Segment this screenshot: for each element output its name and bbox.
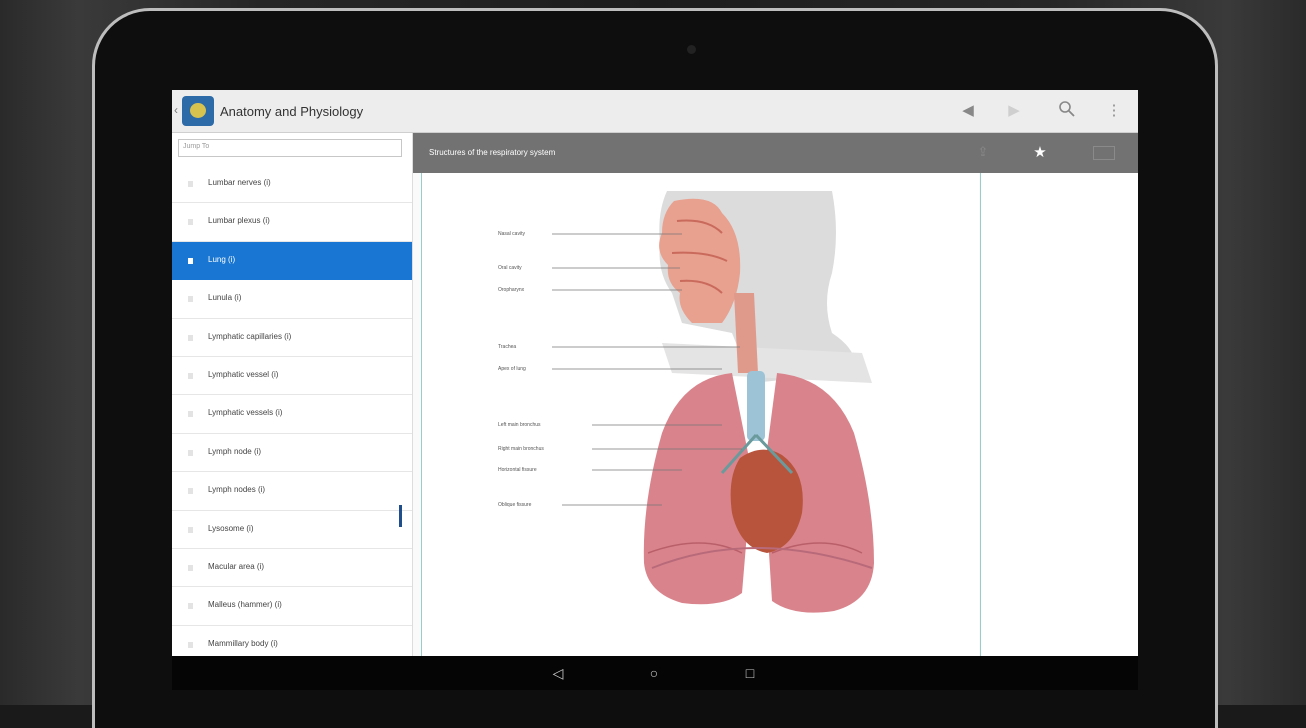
list-item[interactable]: Mammillary body (i) bbox=[172, 626, 412, 656]
item-marker-icon bbox=[188, 603, 193, 610]
figure-label: Trachea bbox=[498, 344, 517, 350]
list-item-label: Lymphatic vessels (i) bbox=[208, 408, 283, 418]
list-item-label: Mammillary body (i) bbox=[208, 638, 278, 648]
item-marker-icon bbox=[188, 641, 193, 648]
layout-toggle-icon[interactable] bbox=[1093, 146, 1115, 160]
content-header: Structures of the respiratory system ⇪ ★ bbox=[413, 133, 1138, 173]
list-item[interactable]: Lumbar plexus (i) bbox=[172, 203, 412, 242]
item-marker-icon bbox=[188, 488, 193, 495]
figure-label: Oropharynx bbox=[498, 287, 525, 293]
index-list: Lumbar nerves (i) Lumbar plexus (i) Lung (… bbox=[172, 165, 412, 656]
list-item[interactable]: Lymph node (i) bbox=[172, 434, 412, 473]
list-item[interactable]: Lysosome (i) bbox=[172, 511, 412, 549]
sidebar-scrollbar[interactable] bbox=[399, 505, 402, 527]
item-marker-icon bbox=[188, 372, 193, 379]
app-logo-icon[interactable] bbox=[182, 96, 214, 126]
list-item[interactable]: Lung (i) bbox=[172, 241, 412, 281]
figure-label: Left main bronchus bbox=[498, 422, 541, 428]
jump-to-input[interactable]: Jump To bbox=[178, 139, 402, 157]
list-item[interactable]: Malleus (hammer) (i) bbox=[172, 587, 412, 626]
list-item-label: Lymphatic vessel (i) bbox=[208, 369, 279, 379]
list-item-label: Lymph node (i) bbox=[208, 446, 262, 456]
figure-label: Right main bronchus bbox=[498, 446, 544, 452]
list-item[interactable]: Lymphatic vessel (i) bbox=[172, 357, 412, 396]
item-marker-icon bbox=[188, 257, 193, 264]
tablet-screen: ‹ Anatomy and Physiology ◀ ▶ ⋮ Jump To L… bbox=[172, 90, 1138, 690]
action-bar: ‹ Anatomy and Physiology ◀ ▶ ⋮ bbox=[172, 90, 1138, 133]
list-item-label: Malleus (hammer) (i) bbox=[208, 600, 282, 610]
list-item[interactable]: Lunula (i) bbox=[172, 280, 412, 319]
back-arrow-icon[interactable]: ◀ bbox=[956, 100, 980, 122]
list-item[interactable]: Lymphatic capillaries (i) bbox=[172, 319, 412, 357]
camera bbox=[687, 45, 696, 54]
item-marker-icon bbox=[188, 334, 193, 341]
secondary-page bbox=[980, 173, 1138, 656]
index-sidebar: Jump To Lumbar nerves (i) Lumbar plexus (… bbox=[172, 133, 413, 656]
list-item-label: Lumbar plexus (i) bbox=[208, 216, 270, 226]
share-icon[interactable]: ⇪ bbox=[973, 144, 993, 162]
up-navigation-icon[interactable]: ‹ bbox=[174, 103, 178, 117]
item-marker-icon bbox=[188, 526, 193, 533]
forward-arrow-icon[interactable]: ▶ bbox=[1002, 100, 1026, 122]
list-item-label: Lysosome (i) bbox=[208, 523, 254, 533]
list-item-label: Lymph nodes (i) bbox=[208, 485, 266, 495]
item-marker-icon bbox=[188, 181, 193, 187]
respiratory-system-illustration bbox=[552, 191, 874, 613]
system-back-icon[interactable]: ◁ bbox=[548, 663, 568, 683]
item-marker-icon bbox=[188, 449, 193, 456]
list-item[interactable]: Macular area (i) bbox=[172, 549, 412, 588]
list-item-label: Lung (i) bbox=[208, 254, 236, 264]
list-item[interactable]: Lymphatic vessels (i) bbox=[172, 395, 412, 434]
content-title: Structures of the respiratory system bbox=[429, 148, 556, 157]
list-item-label: Macular area (i) bbox=[208, 561, 265, 571]
overflow-menu-icon[interactable]: ⋮ bbox=[1102, 100, 1126, 122]
list-item[interactable]: Lymph nodes (i) bbox=[172, 472, 412, 511]
content-pane: Structures of the respiratory system ⇪ ★ bbox=[413, 133, 1138, 656]
list-item-label: Lymphatic capillaries (i) bbox=[208, 331, 292, 341]
system-navigation-bar: ◁ ○ □ bbox=[172, 656, 1138, 690]
list-item-label: Lumbar nerves (i) bbox=[208, 178, 271, 187]
list-item-label: Lunula (i) bbox=[208, 293, 242, 303]
item-marker-icon bbox=[188, 219, 193, 226]
figure-label: Oral cavity bbox=[498, 265, 522, 271]
list-item[interactable]: Lumbar nerves (i) bbox=[172, 165, 412, 204]
figure-label: Horizontal fissure bbox=[498, 467, 537, 473]
figure-label: Nasal cavity bbox=[498, 231, 525, 237]
figure-page: Nasal cavity Oral cavity Oropharynx Trac… bbox=[421, 173, 979, 656]
item-marker-icon bbox=[188, 296, 193, 303]
bookmark-star-icon[interactable]: ★ bbox=[1030, 143, 1050, 163]
system-recents-icon[interactable]: □ bbox=[740, 663, 760, 683]
item-marker-icon bbox=[188, 564, 193, 571]
system-home-icon[interactable]: ○ bbox=[644, 663, 664, 683]
figure-label: Apex of lung bbox=[498, 366, 526, 372]
figure-label: Oblique fissure bbox=[498, 502, 532, 508]
item-marker-icon bbox=[188, 411, 193, 418]
search-icon[interactable] bbox=[1055, 100, 1079, 122]
app-title: Anatomy and Physiology bbox=[220, 104, 364, 119]
